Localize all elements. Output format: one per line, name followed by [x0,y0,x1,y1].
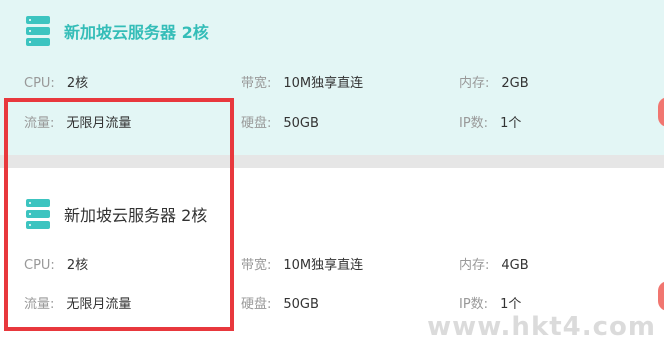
spec-bandwidth-value: 10M独享直连 [283,258,364,273]
spec-disk: 硬盘: 50GB [241,293,319,312]
spec-ip: IP数: 1个 [459,293,521,312]
annotation-highlight-box [4,98,234,331]
buy-button[interactable] [658,97,664,127]
spec-memory-value: 4GB [501,258,529,273]
spec-disk-value: 50GB [283,116,319,131]
plan-title-row: 新加坡云服务器 2核 [26,16,209,46]
spec-bandwidth-value: 10M独享直连 [283,76,364,91]
spec-ip: IP数: 1个 [459,112,521,131]
spec-bandwidth-label: 带宽: [241,76,272,91]
spec-ip-value: 1个 [500,297,522,312]
spec-disk-label: 硬盘: [241,297,272,312]
spec-bandwidth-label: 带宽: [241,258,272,273]
spec-ip-label: IP数: [459,297,489,312]
spec-cpu: CPU: 2核 [24,72,88,91]
spec-memory-label: 内存: [459,258,490,273]
spec-bandwidth: 带宽: 10M独享直连 [241,72,363,91]
spec-cpu-label: CPU: [24,76,55,91]
plan-title: 新加坡云服务器 2核 [64,23,209,42]
spec-disk-label: 硬盘: [241,116,272,131]
spec-memory-label: 内存: [459,76,490,91]
buy-button[interactable] [658,281,664,311]
spec-disk-value: 50GB [283,297,319,312]
page: 新加坡云服务器 2核 CPU: 2核 带宽: 10M独享直连 内存: 2GB 流量: 无… [0,0,664,342]
spec-ip-label: IP数: [459,116,489,131]
spec-memory: 内存: 2GB [459,72,529,91]
spec-disk: 硬盘: 50GB [241,112,319,131]
spec-memory-value: 2GB [501,76,529,91]
spec-ip-value: 1个 [500,116,522,131]
spec-memory: 内存: 4GB [459,254,529,273]
spec-bandwidth: 带宽: 10M独享直连 [241,254,363,273]
server-icon [26,16,50,46]
spec-cpu-value: 2核 [66,76,89,91]
watermark: www.hkt4.com [427,312,656,342]
